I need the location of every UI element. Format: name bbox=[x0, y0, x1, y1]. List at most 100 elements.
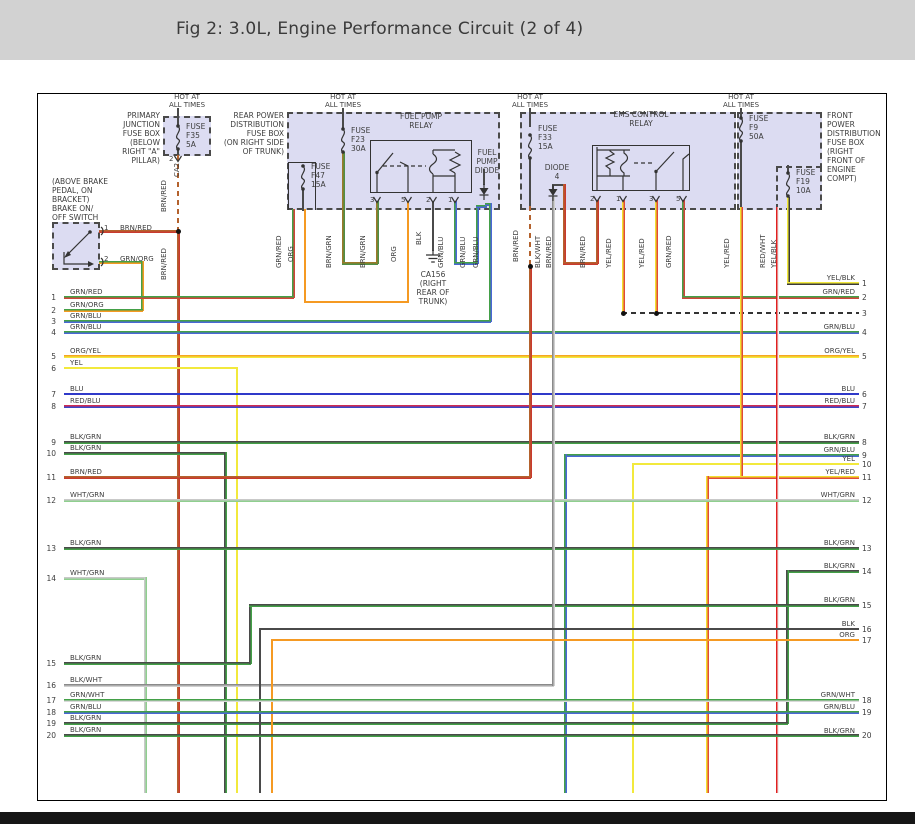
wire-brn-red bbox=[176, 230, 180, 793]
row-label-blu: BLU bbox=[841, 385, 855, 393]
row-label-blk-grn: BLK/GRN bbox=[823, 562, 855, 570]
wire-brn-red bbox=[528, 265, 532, 478]
row-label-blk-grn: BLK/GRN bbox=[823, 727, 855, 735]
pin-label: BRN/RED bbox=[120, 224, 152, 232]
wire-grn-blu bbox=[564, 453, 859, 457]
primary-junction-label: PRIMARY JUNCTION FUSE BOX (BELOW RIGHT "… bbox=[122, 111, 160, 165]
ground-ca156-label: CA156 (RIGHT REAR OF TRUNK) bbox=[416, 270, 450, 306]
row-label-blk-grn: BLK/GRN bbox=[70, 444, 102, 452]
row-label-grn-blu: GRN/BLU bbox=[70, 312, 102, 320]
wire-blk bbox=[552, 184, 554, 189]
row-number-right-2: 2 bbox=[862, 293, 867, 302]
junction-dot bbox=[527, 263, 533, 269]
wire-yel bbox=[64, 367, 238, 369]
diode-4-label: DIODE 4 bbox=[544, 163, 570, 181]
row-number-right-5: 5 bbox=[862, 352, 867, 361]
wire-blk bbox=[432, 201, 434, 251]
wire-label-yel-blk: YEL/BLK bbox=[770, 239, 778, 268]
row-number-left-5: 5 bbox=[51, 352, 56, 361]
row-number-left-15: 15 bbox=[46, 659, 56, 668]
row-number-left-18: 18 bbox=[46, 708, 56, 717]
wire-label-yel-red: YEL/RED bbox=[723, 238, 731, 268]
pin-label: 5 bbox=[401, 196, 406, 204]
row-label-wht-grn: WHT/GRN bbox=[70, 491, 105, 499]
hot-at-all-times-label: HOT AT ALL TIMES bbox=[324, 93, 362, 110]
wire-yel-red bbox=[705, 476, 709, 793]
fuse-f9-label: FUSE F9 50A bbox=[749, 114, 769, 141]
wire-label-ca2: CA2 bbox=[173, 162, 181, 177]
wire-org bbox=[304, 301, 409, 303]
front-power-label: FRONT POWER DISTRIBUTION FUSE BOX (RIGHT… bbox=[827, 111, 881, 183]
wire-yel-red bbox=[706, 475, 742, 479]
wire-grn-blu bbox=[64, 319, 491, 323]
box-fuel-pump-relay-box bbox=[370, 140, 472, 193]
wire-grn-wht bbox=[64, 698, 859, 702]
wire-label-red-wht: RED/WHT bbox=[759, 234, 767, 269]
wire-blk bbox=[529, 108, 531, 127]
row-label-blk: BLK bbox=[841, 620, 855, 628]
wire-wht-grn bbox=[64, 498, 859, 502]
wire-label-grn-blu: GRN/BLU bbox=[437, 236, 445, 268]
row-number-left-17: 17 bbox=[46, 696, 56, 705]
wire-grn-blu bbox=[453, 201, 457, 264]
row-number-right-12: 12 bbox=[862, 496, 872, 505]
row-number-left-20: 20 bbox=[46, 731, 56, 740]
pin-label: 2 bbox=[590, 195, 595, 203]
row-label-red-blu: RED/BLU bbox=[824, 397, 855, 405]
wire-org bbox=[407, 201, 409, 303]
row-number-left-4: 4 bbox=[51, 328, 56, 337]
row-number-right-17: 17 bbox=[862, 636, 872, 645]
wire-blk-grn bbox=[248, 604, 252, 664]
wire-yel bbox=[236, 367, 238, 793]
brake-switch-label: (ABOVE BRAKE PEDAL, ON BRACKET) BRAKE ON… bbox=[52, 177, 108, 222]
row-label-blk-grn: BLK/GRN bbox=[70, 654, 102, 662]
wire-blk-grn bbox=[64, 733, 859, 737]
wire-grn-blu bbox=[488, 203, 492, 322]
wire-yel-red bbox=[654, 200, 658, 314]
wire-label-brn-red: BRN/RED bbox=[160, 180, 168, 212]
wire-label-blk-wht: BLK/WHT bbox=[534, 235, 542, 268]
wire-grn-blu bbox=[563, 454, 567, 793]
pin-label: 3 bbox=[649, 195, 654, 203]
row-number-right-10: 10 bbox=[862, 460, 872, 469]
row-label-blk-grn: BLK/GRN bbox=[823, 596, 855, 604]
wire-label-brn-red: BRN/RED bbox=[579, 236, 587, 268]
wire-label-yel-red: YEL/RED bbox=[605, 238, 613, 268]
row-label-blu: BLU bbox=[70, 385, 84, 393]
row-number-right-7: 7 bbox=[862, 402, 867, 411]
wire-yel-blk bbox=[786, 197, 790, 284]
row-label-org-yel: ORG/YEL bbox=[824, 347, 855, 355]
wire-label-brn-red: BRN/RED bbox=[160, 248, 168, 280]
wire-label-yel-red: YEL/RED bbox=[638, 238, 646, 268]
row-number-right-19: 19 bbox=[862, 708, 872, 717]
box-brake-switch-box bbox=[52, 222, 100, 270]
fuse-f19-label: FUSE F19 10A bbox=[796, 168, 816, 195]
row-number-right-18: 18 bbox=[862, 696, 872, 705]
wire-brn-red bbox=[64, 475, 531, 479]
wire-brn-grn bbox=[341, 152, 345, 264]
wire-brn-grn bbox=[375, 201, 379, 264]
row-number-left-6: 6 bbox=[51, 364, 56, 373]
row-label-wht-grn: WHT/GRN bbox=[820, 491, 855, 499]
rear-power-label: REAR POWER DISTRIBUTION FUSE BOX (ON RIG… bbox=[223, 111, 284, 156]
pin-label: GRN/ORG bbox=[120, 255, 154, 263]
fuse-f23-label: FUSE F23 30A bbox=[351, 126, 371, 153]
wire-org bbox=[271, 639, 273, 793]
pin-label: 3 bbox=[370, 196, 375, 204]
bottom-bar bbox=[0, 812, 915, 824]
row-label-grn-blu: GRN/BLU bbox=[70, 323, 102, 331]
row-number-right-8: 8 bbox=[862, 438, 867, 447]
row-number-left-2: 2 bbox=[51, 306, 56, 315]
row-label-grn-wht: GRN/WHT bbox=[70, 691, 105, 699]
wire-label-brn-red: BRN/RED bbox=[545, 236, 553, 268]
row-label-grn-red: GRN/RED bbox=[822, 288, 855, 296]
ems-control-relay-title: EMS CONTROL RELAY bbox=[613, 110, 669, 128]
diagram-layer: PRIMARY JUNCTION FUSE BOX (BELOW RIGHT "… bbox=[0, 0, 915, 824]
wire-label-org: ORG bbox=[287, 246, 295, 262]
row-label-yel: YEL bbox=[70, 359, 83, 367]
row-number-right-6: 6 bbox=[862, 390, 867, 399]
wire-blk bbox=[740, 142, 742, 209]
row-label-yel-red: YEL/RED bbox=[825, 468, 855, 476]
wire-org bbox=[304, 209, 306, 303]
box-ems-control-relay-box bbox=[592, 145, 690, 191]
